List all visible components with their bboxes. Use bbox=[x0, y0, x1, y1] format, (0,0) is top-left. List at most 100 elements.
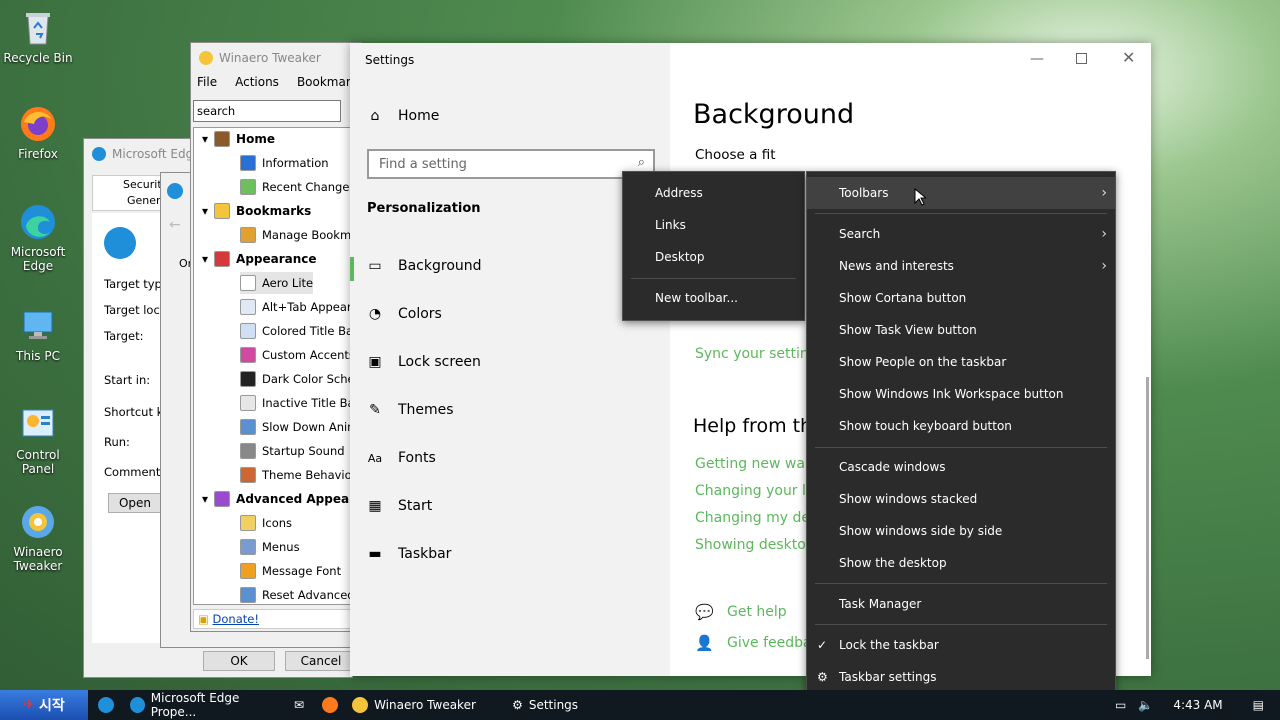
menu-actions[interactable]: Actions bbox=[235, 75, 279, 89]
help-link[interactable]: Getting new wallp bbox=[695, 456, 822, 472]
tree-item[interactable]: Slow Down Animat bbox=[240, 416, 360, 438]
help-link[interactable]: Showing desktop bbox=[695, 537, 815, 553]
tree-item[interactable]: Information bbox=[240, 152, 329, 174]
taskbar-item-settings[interactable]: ⚙ Settings bbox=[506, 690, 606, 720]
nav-home-label: Home bbox=[398, 108, 440, 124]
clock[interactable]: 4:43 AM bbox=[1159, 690, 1236, 720]
tree-item[interactable]: Manage Bookmark bbox=[240, 224, 360, 246]
tree-item-icon bbox=[240, 539, 256, 555]
lock-screen-icon: ▣ bbox=[368, 354, 382, 370]
open-file-location-button[interactable]: Open bbox=[108, 493, 162, 513]
submenu-item-desktop[interactable]: Desktop bbox=[623, 241, 804, 273]
tree-item[interactable]: Aero Lite bbox=[240, 272, 314, 294]
expand-icon[interactable]: ▾ bbox=[202, 132, 208, 146]
tree-item[interactable]: Inactive Title Bars bbox=[240, 392, 360, 414]
menu-label: Show Cortana button bbox=[839, 291, 967, 305]
taskbar-firefox[interactable] bbox=[314, 690, 346, 720]
desktop-icon-recycle-bin[interactable]: Recycle Bin bbox=[0, 8, 76, 65]
submenu-item-new-toolbar[interactable]: New toolbar... bbox=[623, 282, 804, 314]
menu-file[interactable]: File bbox=[197, 75, 217, 89]
desktop-icon-edge[interactable]: Microsoft Edge bbox=[0, 202, 76, 273]
menu-item-toolbars[interactable]: Toolbars › bbox=[807, 177, 1115, 209]
tree-item[interactable]: Colored Title Bars bbox=[240, 320, 360, 342]
menu-item-taskbar-settings[interactable]: ⚙ Taskbar settings bbox=[807, 661, 1115, 693]
menu-separator bbox=[815, 583, 1107, 584]
nav-item[interactable]: ▬ Taskbar bbox=[366, 545, 451, 563]
help-link[interactable]: Changing my des bbox=[695, 510, 817, 526]
nav-home[interactable]: ⌂ Home bbox=[366, 107, 440, 125]
menu-item-stacked[interactable]: Show windows stacked bbox=[807, 483, 1115, 515]
menu-item-cortana[interactable]: Show Cortana button bbox=[807, 282, 1115, 314]
nav-item[interactable]: ▭ Background bbox=[366, 257, 481, 275]
start-button[interactable]: ✈ 시작 bbox=[0, 690, 88, 720]
tree-item[interactable]: ▾ Home bbox=[202, 128, 275, 150]
cancel-button[interactable]: Cancel bbox=[285, 651, 357, 671]
tree-item[interactable]: Message Font bbox=[240, 560, 341, 582]
maximize-icon[interactable] bbox=[1076, 53, 1087, 64]
tree-item[interactable]: Custom Accents bbox=[240, 344, 355, 366]
taskbar-item-edge-properties[interactable]: Microsoft Edge Prope... bbox=[124, 690, 284, 720]
expand-icon[interactable]: ▾ bbox=[202, 204, 208, 218]
heart-icon: ▣ bbox=[198, 612, 209, 626]
desktop-icon-winaero[interactable]: Winaero Tweaker bbox=[0, 502, 76, 573]
menu-item-touch-keyboard[interactable]: Show touch keyboard button bbox=[807, 410, 1115, 442]
edge-icon bbox=[130, 697, 145, 713]
close-icon[interactable]: ✕ bbox=[1122, 48, 1135, 67]
tree-item-label: Menus bbox=[262, 540, 300, 554]
menu-label: Links bbox=[655, 218, 686, 232]
menu-item-ink[interactable]: Show Windows Ink Workspace button bbox=[807, 378, 1115, 410]
tree-item[interactable]: Recent Changes bbox=[240, 176, 355, 198]
nav-item[interactable]: Aa Fonts bbox=[366, 449, 436, 467]
search-input[interactable] bbox=[193, 100, 341, 122]
taskbar-item-winaero[interactable]: Winaero Tweaker bbox=[346, 690, 506, 720]
tree-item[interactable]: Startup Sound bbox=[240, 440, 345, 462]
volume-icon[interactable]: 🔈 bbox=[1132, 690, 1159, 720]
donate-link[interactable]: Donate! bbox=[213, 612, 259, 626]
menu-item-search[interactable]: Search › bbox=[807, 218, 1115, 250]
get-help-link[interactable]: Get help bbox=[727, 604, 787, 620]
tree-item[interactable]: Icons bbox=[240, 512, 292, 534]
desktop-icon-this-pc[interactable]: This PC bbox=[0, 306, 76, 363]
menu-item-side-by-side[interactable]: Show windows side by side bbox=[807, 515, 1115, 547]
menu-item-task-manager[interactable]: Task Manager bbox=[807, 588, 1115, 620]
choose-fit-label: Choose a fit bbox=[695, 147, 776, 163]
nav-item[interactable]: ✎ Themes bbox=[366, 401, 454, 419]
tree-item[interactable]: Theme Behavior bbox=[240, 464, 356, 486]
network-icon[interactable]: ▭ bbox=[1109, 690, 1132, 720]
menu-item-news[interactable]: News and interests › bbox=[807, 250, 1115, 282]
help-link[interactable]: Changing your lo bbox=[695, 483, 814, 499]
tree-item-label: Home bbox=[236, 132, 275, 146]
notification-icon[interactable]: ▤ bbox=[1237, 690, 1280, 720]
menu-item-cascade[interactable]: Cascade windows bbox=[807, 451, 1115, 483]
nav-item-label: Themes bbox=[398, 402, 454, 418]
desktop-icon-firefox[interactable]: Firefox bbox=[0, 104, 76, 161]
expand-icon[interactable]: ▾ bbox=[202, 252, 208, 266]
menu-separator bbox=[815, 213, 1107, 214]
expand-icon[interactable]: ▾ bbox=[202, 492, 208, 506]
nav-item[interactable]: ▣ Lock screen bbox=[366, 353, 481, 371]
tree-item[interactable]: Menus bbox=[240, 536, 300, 558]
tree-item[interactable]: ▾ Bookmarks bbox=[202, 200, 311, 222]
nav-item[interactable]: ◔ Colors bbox=[366, 305, 442, 323]
tree-item[interactable]: ▾ Advanced Appeara bbox=[202, 488, 360, 510]
tree-item-icon bbox=[240, 371, 256, 387]
taskbar-mail[interactable]: ✉ bbox=[284, 690, 314, 720]
minimize-icon[interactable]: — bbox=[1030, 51, 1044, 67]
submenu-item-links[interactable]: Links bbox=[623, 209, 804, 241]
tree-item[interactable]: Reset Advanced A bbox=[240, 584, 360, 604]
menu-item-lock-taskbar[interactable]: ✓ Lock the taskbar bbox=[807, 629, 1115, 661]
scrollbar[interactable] bbox=[1146, 377, 1149, 659]
submenu-item-address[interactable]: Address bbox=[623, 177, 804, 209]
nav-item[interactable]: ▦ Start bbox=[366, 497, 432, 515]
tree-item[interactable]: Dark Color Scheme bbox=[240, 368, 360, 390]
tree-item[interactable]: Alt+Tab Appearan bbox=[240, 296, 360, 318]
desktop-icon-control-panel[interactable]: Control Panel bbox=[0, 405, 76, 476]
settings-search-box[interactable]: Find a setting ⌕ bbox=[367, 149, 655, 179]
menu-item-task-view[interactable]: Show Task View button bbox=[807, 314, 1115, 346]
taskbar-edge[interactable] bbox=[88, 690, 124, 720]
tree-item-icon bbox=[240, 515, 256, 531]
menu-item-show-desktop[interactable]: Show the desktop bbox=[807, 547, 1115, 579]
menu-item-people[interactable]: Show People on the taskbar bbox=[807, 346, 1115, 378]
tree-item[interactable]: ▾ Appearance bbox=[202, 248, 317, 270]
ok-button[interactable]: OK bbox=[203, 651, 275, 671]
